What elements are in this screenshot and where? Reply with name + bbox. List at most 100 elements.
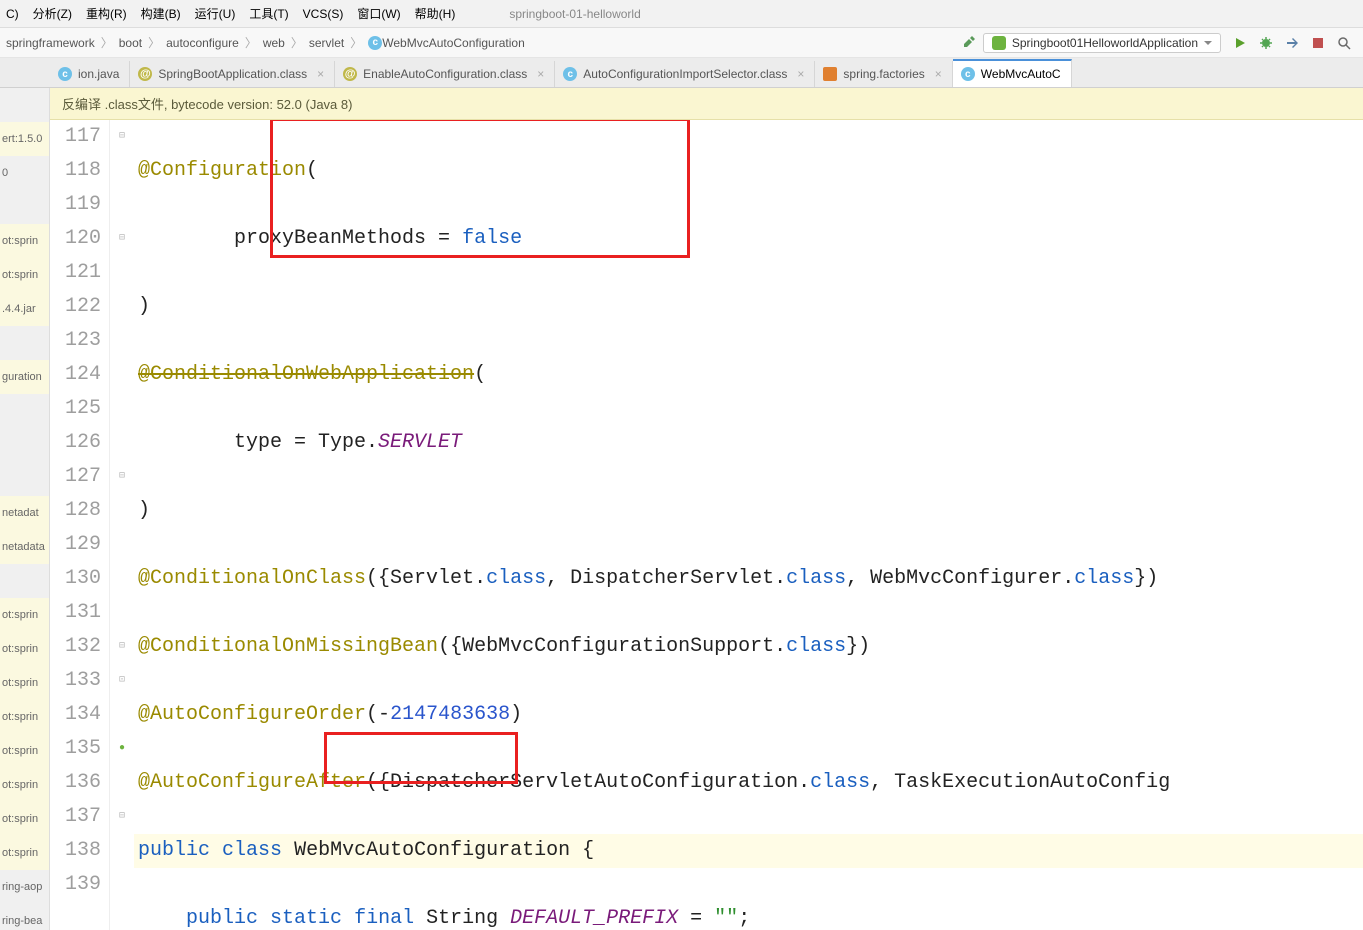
line-number[interactable]: 130: [50, 562, 101, 596]
project-row[interactable]: ot:sprin: [0, 598, 49, 632]
project-row[interactable]: ot:sprin: [0, 836, 49, 870]
line-number[interactable]: 133: [50, 664, 101, 698]
fold-marker[interactable]: [110, 154, 134, 188]
project-row[interactable]: ot:sprin: [0, 666, 49, 700]
fold-marker[interactable]: [110, 290, 134, 324]
run-config-selector[interactable]: Springboot01HelloworldApplication: [983, 33, 1221, 53]
stop-button[interactable]: [1307, 32, 1329, 54]
line-number[interactable]: 136: [50, 766, 101, 800]
line-number[interactable]: 128: [50, 494, 101, 528]
fold-marker[interactable]: [110, 358, 134, 392]
run-coverage-button[interactable]: [1281, 32, 1303, 54]
line-number[interactable]: 134: [50, 698, 101, 732]
search-button[interactable]: [1333, 32, 1355, 54]
line-number[interactable]: 121: [50, 256, 101, 290]
fold-marker[interactable]: ⊟: [110, 222, 134, 256]
line-number[interactable]: 138: [50, 834, 101, 868]
close-icon[interactable]: ×: [317, 67, 324, 81]
line-number[interactable]: 129: [50, 528, 101, 562]
line-number[interactable]: 124: [50, 358, 101, 392]
menu-item[interactable]: 工具(T): [249, 5, 288, 22]
line-number[interactable]: 132: [50, 630, 101, 664]
project-row[interactable]: 0: [0, 156, 49, 190]
project-row[interactable]: netadat: [0, 496, 49, 530]
fold-marker[interactable]: ⊟: [110, 800, 134, 834]
project-row[interactable]: ring-aop: [0, 870, 49, 904]
run-button[interactable]: [1229, 32, 1251, 54]
project-panel-clip[interactable]: ert:1.5.00ot:sprinot:sprin.4.4.jargurati…: [0, 88, 50, 930]
project-row[interactable]: guration: [0, 360, 49, 394]
fold-marker[interactable]: ⊟: [110, 460, 134, 494]
fold-marker[interactable]: [110, 256, 134, 290]
fold-marker[interactable]: [110, 834, 134, 868]
project-row[interactable]: [0, 394, 49, 428]
tab[interactable]: spring.factories×: [815, 61, 952, 87]
menu-item[interactable]: 重构(R): [86, 5, 127, 22]
menu-item[interactable]: VCS(S): [303, 7, 344, 21]
menu-item[interactable]: 构建(B): [141, 5, 181, 22]
breadcrumb[interactable]: springframework〉 boot〉 autoconfigure〉 we…: [6, 34, 525, 51]
close-icon[interactable]: ×: [797, 67, 804, 81]
project-row[interactable]: ot:sprin: [0, 734, 49, 768]
project-row[interactable]: [0, 564, 49, 598]
crumb-item[interactable]: boot: [119, 36, 142, 50]
line-number[interactable]: 120: [50, 222, 101, 256]
tab[interactable]: cion.java: [50, 61, 130, 87]
line-number[interactable]: 126: [50, 426, 101, 460]
build-button[interactable]: [959, 32, 981, 54]
crumb-item[interactable]: springframework: [6, 36, 95, 50]
code[interactable]: @Configuration( proxyBeanMethods = false…: [134, 120, 1363, 930]
line-number[interactable]: 139: [50, 868, 101, 902]
close-icon[interactable]: ×: [935, 67, 942, 81]
fold-marker[interactable]: ⊡: [110, 664, 134, 698]
fold-marker[interactable]: ⊟: [110, 120, 134, 154]
fold-marker[interactable]: [110, 324, 134, 358]
tab[interactable]: cAutoConfigurationImportSelector.class×: [555, 61, 815, 87]
project-row[interactable]: ert:1.5.0: [0, 122, 49, 156]
project-row[interactable]: ot:sprin: [0, 632, 49, 666]
code-viewport[interactable]: 1171181191201211221231241251261271281291…: [50, 120, 1363, 930]
project-row[interactable]: ring-bea: [0, 904, 49, 930]
menu-item[interactable]: 窗口(W): [357, 5, 400, 22]
fold-marker[interactable]: [110, 188, 134, 222]
project-row[interactable]: ot:sprin: [0, 258, 49, 292]
line-number[interactable]: 122: [50, 290, 101, 324]
menu-item[interactable]: C): [6, 7, 19, 21]
line-number[interactable]: 137: [50, 800, 101, 834]
project-row[interactable]: ot:sprin: [0, 224, 49, 258]
line-number[interactable]: 119: [50, 188, 101, 222]
project-row[interactable]: [0, 428, 49, 462]
project-row[interactable]: ot:sprin: [0, 802, 49, 836]
crumb-item[interactable]: web: [263, 36, 285, 50]
fold-marker[interactable]: [110, 392, 134, 426]
line-number-gutter[interactable]: 1171181191201211221231241251261271281291…: [50, 120, 110, 930]
line-number[interactable]: 127: [50, 460, 101, 494]
fold-column[interactable]: ⊟⊟⊟⊟⊡●⊟: [110, 120, 134, 930]
tab-active[interactable]: cWebMvcAutoC: [953, 59, 1072, 87]
project-row[interactable]: [0, 190, 49, 224]
fold-marker[interactable]: [110, 426, 134, 460]
project-row[interactable]: ot:sprin: [0, 700, 49, 734]
fold-marker[interactable]: [110, 868, 134, 902]
fold-marker[interactable]: [110, 528, 134, 562]
project-row[interactable]: netadata: [0, 530, 49, 564]
fold-marker[interactable]: [110, 766, 134, 800]
fold-marker[interactable]: [110, 562, 134, 596]
fold-marker[interactable]: [110, 494, 134, 528]
project-row[interactable]: [0, 462, 49, 496]
menu-item[interactable]: 帮助(H): [415, 5, 456, 22]
project-row[interactable]: .4.4.jar: [0, 292, 49, 326]
fold-marker[interactable]: [110, 698, 134, 732]
menu-item[interactable]: 运行(U): [195, 5, 236, 22]
crumb-item[interactable]: autoconfigure: [166, 36, 239, 50]
fold-marker[interactable]: [110, 596, 134, 630]
line-number[interactable]: 117: [50, 120, 101, 154]
fold-marker[interactable]: ●: [110, 732, 134, 766]
project-row[interactable]: [0, 88, 49, 122]
line-number[interactable]: 118: [50, 154, 101, 188]
tab[interactable]: @SpringBootApplication.class×: [130, 61, 335, 87]
crumb-item[interactable]: servlet: [309, 36, 344, 50]
project-row[interactable]: ot:sprin: [0, 768, 49, 802]
project-row[interactable]: [0, 326, 49, 360]
close-icon[interactable]: ×: [537, 67, 544, 81]
